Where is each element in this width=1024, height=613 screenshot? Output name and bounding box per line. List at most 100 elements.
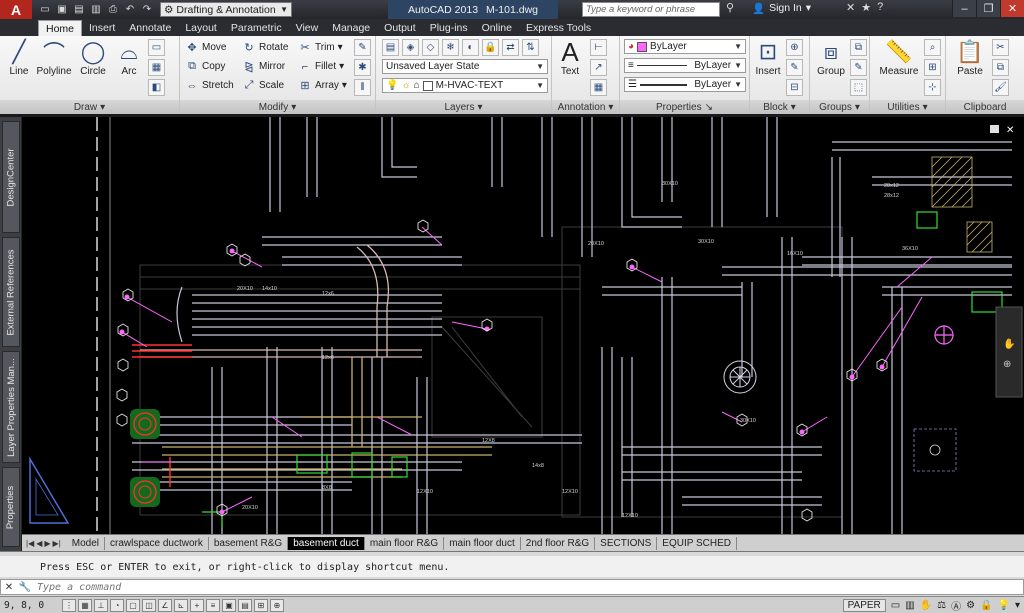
utilities-panel-title[interactable]: Utilities ▾ bbox=[870, 100, 945, 114]
layout-tab-equip-sched[interactable]: EQUIP SCHED bbox=[657, 536, 738, 550]
layer-properties-icon[interactable]: ▤ bbox=[382, 39, 399, 56]
clipboard-panel-title[interactable]: Clipboard bbox=[946, 100, 1024, 114]
layer-off-icon[interactable]: ◐ bbox=[462, 39, 479, 56]
layer-walk-icon[interactable]: ⇅ bbox=[522, 39, 539, 56]
modify-panel-title[interactable]: Modify ▾ bbox=[180, 100, 375, 114]
trim-button[interactable]: ✂ Trim ▾ bbox=[298, 39, 342, 56]
explode-icon[interactable]: ✱ bbox=[354, 59, 371, 76]
layout-tab-model[interactable]: Model bbox=[67, 536, 106, 550]
groups-panel-title[interactable]: Groups ▾ bbox=[810, 100, 869, 114]
stretch-button[interactable]: ⇔ Stretch bbox=[185, 77, 234, 94]
hatch-icon[interactable]: ▦ bbox=[148, 59, 165, 76]
copy-clip-icon[interactable]: ⧉ bbox=[992, 59, 1009, 76]
layer-select[interactable]: 💡 ☼ ⌂ M-HVAC-TEXT ▼ bbox=[382, 78, 548, 93]
group-select-icon[interactable]: ⬚ bbox=[850, 79, 867, 96]
table-icon[interactable]: ▦ bbox=[590, 79, 607, 96]
minimize-button[interactable]: – bbox=[952, 0, 976, 17]
last-tab-icon[interactable]: ▶| bbox=[53, 539, 61, 548]
close-icon[interactable]: ✕ bbox=[1, 582, 17, 593]
workspace-switcher[interactable]: ⚙ Drafting & Annotation ▼ bbox=[160, 2, 292, 17]
annotation-panel-title[interactable]: Annotation ▾ bbox=[552, 100, 619, 114]
rectangle-icon[interactable]: ▭ bbox=[148, 39, 165, 56]
group-edit-icon[interactable]: ✎ bbox=[850, 59, 867, 76]
palette-tab-properties[interactable]: Properties bbox=[2, 467, 20, 547]
linetype-select[interactable]: ≡ ByLayer ▼ bbox=[624, 58, 746, 73]
tab-parametric[interactable]: Parametric bbox=[224, 20, 289, 36]
close-button[interactable]: ✕ bbox=[1000, 0, 1024, 17]
cut-icon[interactable]: ✂ bbox=[992, 39, 1009, 56]
layout-tab-main-floor-rg[interactable]: main floor R&G bbox=[365, 536, 445, 550]
save-as-icon[interactable]: ▥ bbox=[89, 3, 103, 16]
undo-icon[interactable]: ↶ bbox=[123, 3, 137, 16]
block-panel-title[interactable]: Block ▾ bbox=[750, 100, 809, 114]
match-properties-icon[interactable]: 🖌 bbox=[992, 79, 1009, 96]
next-tab-icon[interactable]: ▶ bbox=[44, 539, 50, 548]
move-button[interactable]: ✥ Move bbox=[185, 39, 226, 56]
layout-tab-sections[interactable]: SECTIONS bbox=[595, 536, 658, 550]
pan-icon[interactable]: ✋ bbox=[920, 600, 932, 611]
otrack-icon[interactable]: ∠ bbox=[158, 598, 172, 612]
erase-icon[interactable]: ✎ bbox=[354, 39, 371, 56]
tab-express-tools[interactable]: Express Tools bbox=[519, 20, 598, 36]
layout-tab-main-floor-duct[interactable]: main floor duct bbox=[444, 536, 521, 550]
layout-tab-2nd-floor-rg[interactable]: 2nd floor R&G bbox=[521, 536, 596, 550]
3d-osnap-icon[interactable]: ◫ bbox=[142, 598, 156, 612]
polyline-button[interactable]: ⌒ Polyline bbox=[34, 38, 74, 86]
layer-state-select[interactable]: Unsaved Layer State ▼ bbox=[382, 59, 548, 74]
layer-icon[interactable]: ◈ bbox=[402, 39, 419, 56]
search-input[interactable]: Type a keyword or phrase bbox=[582, 2, 720, 17]
annotation-monitor-icon[interactable]: ⊕ bbox=[270, 598, 284, 612]
transparency-icon[interactable]: ▣ bbox=[222, 598, 236, 612]
palette-tab-layer-properties[interactable]: Layer Properties Man... bbox=[2, 351, 20, 463]
layer-lock-icon[interactable]: 🔒 bbox=[482, 39, 499, 56]
tab-insert[interactable]: Insert bbox=[82, 20, 122, 36]
offset-icon[interactable]: ⫴ bbox=[354, 79, 371, 96]
palette-tab-external-references[interactable]: External References bbox=[2, 237, 20, 347]
circle-button[interactable]: ◯ Circle bbox=[74, 38, 112, 86]
new-icon[interactable]: ▭ bbox=[38, 3, 52, 16]
sign-in-button[interactable]: 👤 Sign In ▾ bbox=[752, 2, 811, 15]
lock-icon[interactable]: 🔒 bbox=[980, 600, 992, 611]
rotate-button[interactable]: ↻ Rotate bbox=[242, 39, 288, 56]
quick-properties-icon[interactable]: ▤ bbox=[238, 598, 252, 612]
text-button[interactable]: A Text bbox=[552, 37, 588, 86]
attribute-icon[interactable]: ⊟ bbox=[786, 79, 803, 96]
tab-view[interactable]: View bbox=[289, 20, 326, 36]
group-button[interactable]: ⧈ Group bbox=[810, 38, 852, 86]
prev-tab-icon[interactable]: ◀ bbox=[36, 539, 42, 548]
ducs-icon[interactable]: ⊾ bbox=[174, 598, 188, 612]
scale-button[interactable]: ⤢ Scale bbox=[242, 77, 284, 94]
polar-icon[interactable]: ◔ bbox=[110, 598, 124, 612]
layers-panel-title[interactable]: Layers ▾ bbox=[376, 100, 551, 114]
star-icon[interactable]: ★ bbox=[861, 1, 871, 14]
layout-tab-basement-duct[interactable]: basement duct bbox=[288, 536, 365, 550]
tab-annotate[interactable]: Annotate bbox=[122, 20, 178, 36]
array-button[interactable]: ⊞ Array ▾ bbox=[298, 77, 347, 94]
workspace-icon[interactable]: ⚙ bbox=[966, 600, 975, 611]
paste-button[interactable]: 📋 Paste bbox=[950, 38, 990, 86]
tab-output[interactable]: Output bbox=[377, 20, 423, 36]
maximize-viewport-icon[interactable]: ▭ bbox=[891, 600, 900, 611]
tab-layout[interactable]: Layout bbox=[178, 20, 224, 36]
dimension-icon[interactable]: ⊢ bbox=[590, 39, 607, 56]
ortho-icon[interactable]: ⊥ bbox=[94, 598, 108, 612]
layout-tab-crawlspace-ductwork[interactable]: crawlspace ductwork bbox=[105, 536, 209, 550]
create-block-icon[interactable]: ⊕ bbox=[786, 39, 803, 56]
insert-button[interactable]: ⊡ Insert bbox=[750, 38, 786, 86]
application-menu-button[interactable]: A bbox=[0, 0, 32, 19]
command-input[interactable] bbox=[33, 581, 533, 593]
layer-match-icon[interactable]: ⇄ bbox=[502, 39, 519, 56]
ungroup-icon[interactable]: ⧉ bbox=[850, 39, 867, 56]
tab-plug-ins[interactable]: Plug-ins bbox=[423, 20, 475, 36]
binoculars-icon[interactable]: ⚲ bbox=[726, 1, 734, 14]
lineweight-select[interactable]: ☰ ByLayer ▼ bbox=[624, 77, 746, 92]
layout-tab-basement-rg[interactable]: basement R&G bbox=[209, 536, 289, 550]
dyn-icon[interactable]: + bbox=[190, 598, 204, 612]
color-select[interactable]: ◕ ByLayer ▼ bbox=[624, 39, 746, 54]
palette-tab-designcenter[interactable]: DesignCenter bbox=[2, 121, 20, 233]
id-point-icon[interactable]: ⊹ bbox=[924, 79, 941, 96]
lineweight-toggle-icon[interactable]: ≡ bbox=[206, 598, 220, 612]
osnap-icon[interactable]: ▢ bbox=[126, 598, 140, 612]
edit-block-icon[interactable]: ✎ bbox=[786, 59, 803, 76]
open-icon[interactable]: ▣ bbox=[55, 3, 69, 16]
